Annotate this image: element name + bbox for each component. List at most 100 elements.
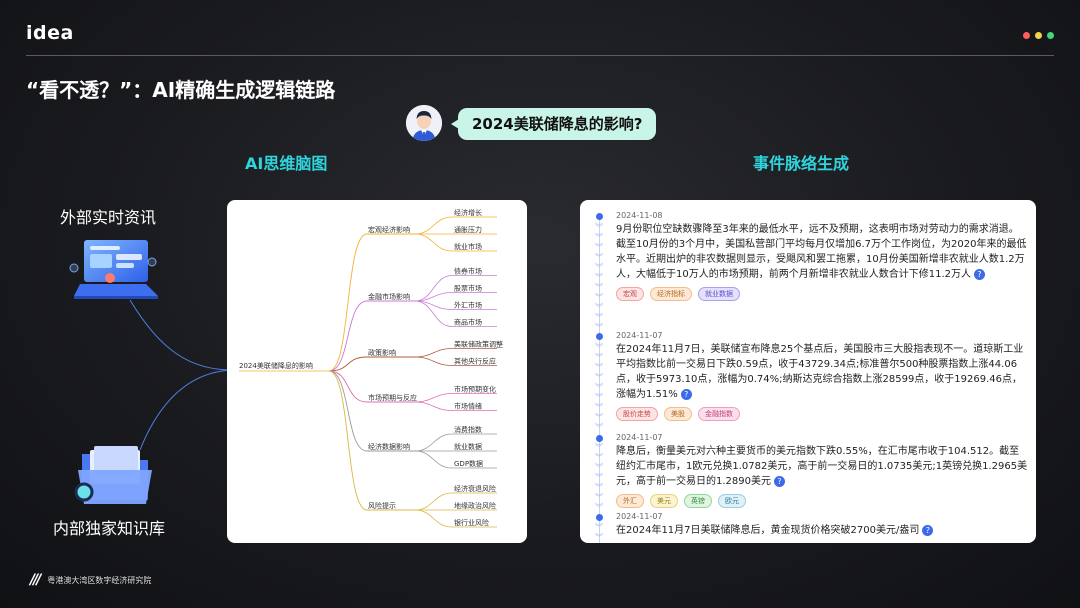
tag: 经济指标 [650,287,692,301]
mindmap-section-title: AI思维脑图 [245,154,328,173]
user-avatar-icon [406,105,442,141]
mindmap-branch-label: 金融市场影响 [368,292,410,301]
green-dot [1047,32,1054,39]
timeline-chevron: ︾ [595,413,603,422]
mindmap-leaf-label: 股票市场 [454,284,482,293]
event-tags: 外汇 美元 英镑 欧元 [616,494,1028,508]
footer-logo: /// [30,572,41,588]
mindmap-leaf-label: 就业数据 [454,442,482,451]
event-date: 2024-11-07 [616,433,663,442]
timeline-chevron: ︾ [595,343,603,352]
mindmap-branch-label: 市场预期与反应 [368,393,417,402]
mindmap-leaf-label: GDP数据 [454,459,483,468]
mindmap-leaf-label: 美联储政策调整 [454,340,503,349]
timeline-chevron: ︾ [595,233,603,242]
mindmap-branch-link [328,300,368,372]
timeline-chevron: ︾ [595,383,603,392]
info-icon[interactable]: ? [922,525,934,536]
page-title: “看不透？”：AI精确生成逻辑链路 [26,78,336,102]
mindmap-leaf-link [414,492,453,511]
timeline-chevron: ︾ [595,443,603,452]
mindmap-leaf-label: 市场预期变化 [454,385,496,394]
event-tags: 宏观 经济指标 就业数据 [616,287,1028,301]
footer: /// 粤港澳大湾区数字经济研究院 [30,572,151,588]
mindmap-branch-label: 经济数据影响 [368,442,410,451]
timeline-chevron: ︾ [595,483,603,492]
timeline-chevron: ︾ [595,533,603,542]
tag: 英镑 [684,494,712,508]
timeline-section-title: 事件脉络生成 [753,154,850,173]
timeline-chevron: ︾ [595,463,603,472]
mindmap-diagram: 2024美联储降息的影响 宏观经济影响 经济增长通胀压力就业市场金融市场影响 债券市场… [239,208,503,528]
footer-org: 粤港澳大湾区数字经济研究院 [47,575,152,585]
mindmap-leaf-link [414,401,453,411]
timeline-chevron: ︾ [595,273,603,282]
event-text: 降息后，衡量美元对六种主要货币的美元指数下跌0.55%，在汇市尾市收于104.5… [616,446,1028,487]
realtime-news-icon [66,232,166,304]
event-item: 2024-11-08 9月份职位空缺数骤降至3年来的最低水平，远不及预期，这表明… [616,211,1028,301]
timeline-chevron: ︾ [595,263,603,272]
event-timeline-panel: ︾ ︾ ︾ ︾ ︾ ︾ ︾ ︾ ︾ ︾ ︾ ︾ ︾ ︾ ︾ ︾ ︾ ︾ ︾ ︾ ︾ ︾ ︾ ︾ ︾ ︾ ︾ ︾ ︾ 2024-11-08… [580,200,1036,543]
mindmap-leaf-label: 商品市场 [454,318,482,327]
timeline-dot [596,333,603,340]
mindmap-leaf-link [414,433,453,452]
mindmap-branch-link [328,370,368,403]
timeline-chevron: ︾ [595,453,603,462]
mindmap-branch-label: 宏观经济影响 [368,225,410,234]
mindmap-leaf-link [414,348,453,358]
timeline-chevron: ︾ [595,363,603,372]
timeline-chevron: ︾ [595,223,603,232]
mindmap-leaf-label: 债券市场 [454,267,482,276]
tag: 外汇 [616,494,644,508]
connector-lines [129,299,233,451]
mindmap-panel: 2024美联储降息的影响 宏观经济影响 经济增长通胀压力就业市场金融市场影响 债券市场… [227,200,527,543]
timeline-chevron: ︾ [595,523,603,532]
mindmap-leaf-link [414,233,453,252]
event-date: 2024-11-07 [616,512,663,521]
timeline-chevron: ︾ [595,353,603,362]
timeline-chevron: ︾ [595,313,603,322]
timeline-chevron: ︾ [595,393,603,402]
tag: 股价走势 [616,407,658,421]
event-text: 在2024年11月7日美联储降息后，黄金现货价格突破2700美元/盎司? [616,523,1028,538]
mindmap-leaf-label: 外汇市场 [454,301,482,310]
timeline-chevron: ︾ [595,303,603,312]
timeline-chevron: ︾ [595,423,603,432]
external-source-label: 外部实时资讯 [60,208,157,227]
mindmap-leaf-link [414,509,453,528]
info-icon[interactable]: ? [974,269,985,280]
mindmap-leaf-label: 通胀压力 [454,225,482,234]
mindmap-leaf-label: 其他央行反应 [454,357,496,366]
timeline-chevron: ︾ [595,283,603,292]
mindmap-leaf-label: 市场情绪 [454,402,482,411]
timeline-chevron: ︾ [595,503,603,512]
mindmap-branch-label: 风险提示 [368,501,396,510]
mindmap-leaf-label: 经济增长 [454,208,482,217]
window-dots [1023,32,1054,39]
mindmap-leaf-link [414,450,453,469]
header-divider [26,55,1054,56]
info-icon[interactable]: ? [774,476,785,487]
tag: 就业数据 [698,287,740,301]
tag: 宏观 [616,287,644,301]
event-tags: 股价走势 美股 金融指数 [616,407,1028,421]
timeline-dot [596,514,603,521]
event-date: 2024-11-08 [616,211,663,220]
timeline-chevron: ︾ [595,473,603,482]
mindmap-branch-label: 政策影响 [368,348,396,357]
mindmap-leaf-label: 就业市场 [454,242,482,251]
event-text: 在2024年11月7日，美联储宣布降息25个基点后，美国股市三大股指表现不一。道… [616,344,1024,400]
red-dot [1023,32,1030,39]
timeline-chevron: ︾ [595,293,603,302]
mindmap-leaf-link [414,216,453,235]
tag: 欧元 [718,494,746,508]
mindmap-leaf-label: 地缘政治风险 [454,501,496,510]
mindmap-leaf-label: 银行业风险 [454,518,489,527]
mindmap-root: 2024美联储降息的影响 [239,361,313,370]
mindmap-leaf-label: 消费指数 [454,425,482,434]
event-item: 2024-11-07 在2024年11月7日，美联储宣布降息25个基点后，美国股… [616,331,1028,421]
mindmap-leaf-label: 经济衰退风险 [454,484,496,493]
knowledge-base-folder-icon [68,446,160,508]
info-icon[interactable]: ? [680,389,692,400]
event-item: 2024-11-07 降息后，衡量美元对六种主要货币的美元指数下跌0.55%，在… [616,433,1028,508]
